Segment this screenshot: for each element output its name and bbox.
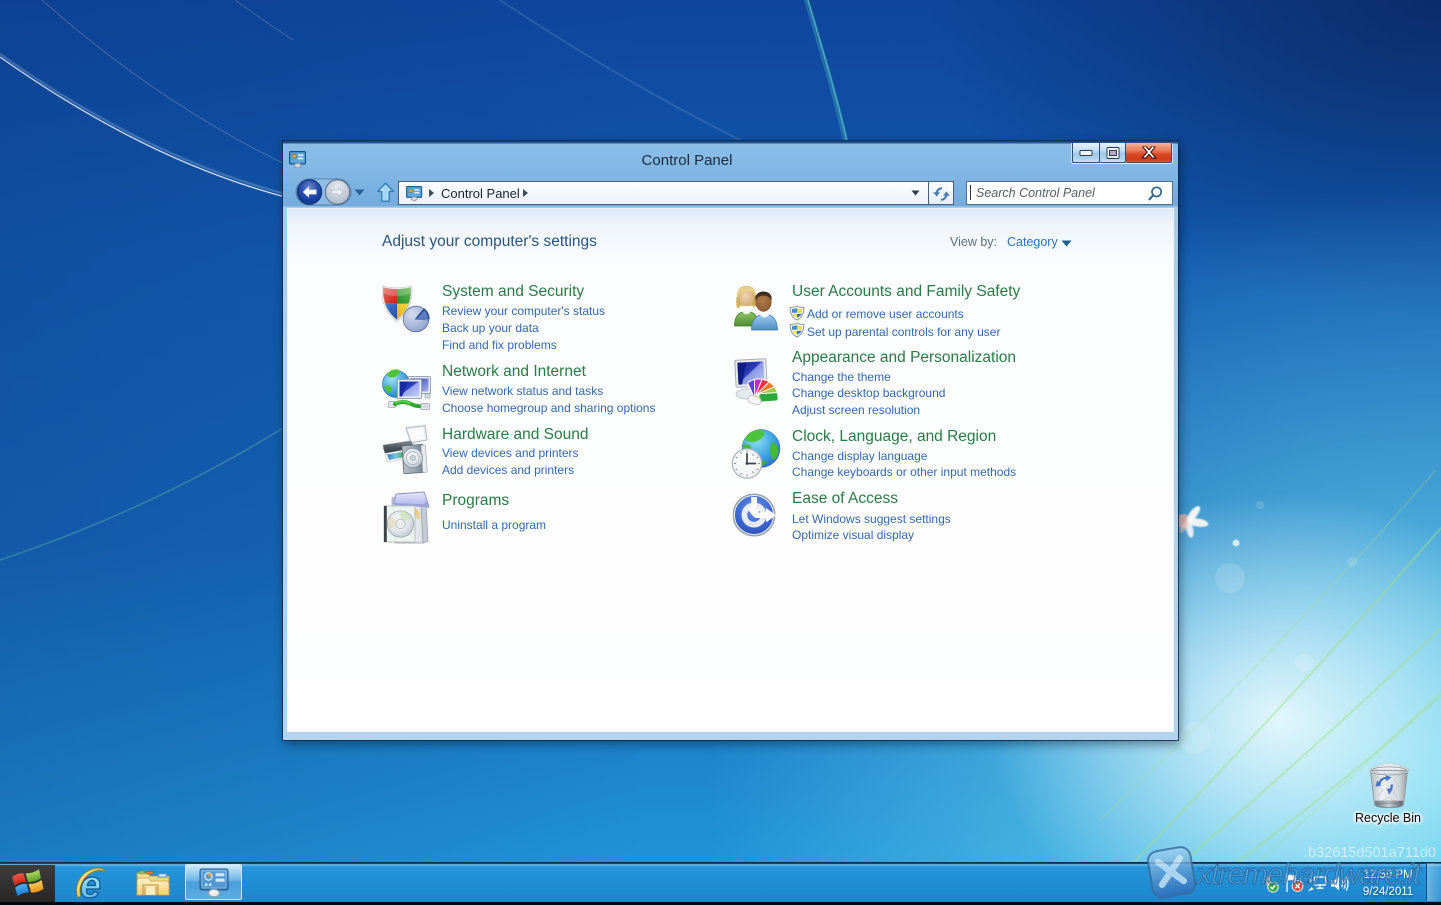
svg-text:xtremehardware.it: xtremehardware.it bbox=[1195, 858, 1423, 891]
